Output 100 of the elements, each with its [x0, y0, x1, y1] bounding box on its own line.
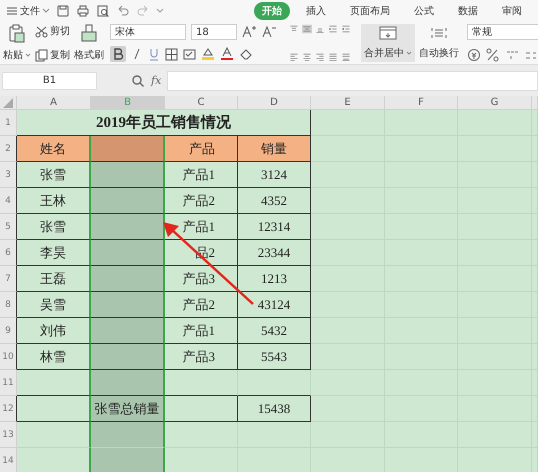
table-cell: 张雪 [17, 214, 91, 240]
print-icon[interactable] [76, 4, 90, 18]
table-cell: 李昊 [17, 240, 91, 266]
ribbon-tab[interactable]: 公式 [406, 2, 442, 20]
undo-icon[interactable] [116, 4, 130, 18]
copy-icon [35, 48, 48, 62]
caret-icon [406, 50, 412, 56]
ribbon-tab[interactable]: 插入 [298, 2, 334, 20]
ribbon-tab[interactable]: 数据 [450, 2, 486, 20]
distribute-icon[interactable] [341, 52, 351, 62]
copy-button[interactable]: 复制 [35, 48, 70, 62]
wrap-text-icon [430, 26, 448, 40]
align-left-icon[interactable] [289, 52, 299, 62]
row-number[interactable]: 2 [0, 136, 17, 162]
table-cell: 5543 [238, 344, 311, 370]
number-format-select[interactable]: 常规 [467, 24, 538, 40]
row-number[interactable]: 5 [0, 214, 17, 240]
column-heading-cell: 姓名 [17, 136, 91, 162]
font-color-icon[interactable] [220, 47, 234, 61]
column-header[interactable]: E [311, 96, 385, 110]
name-box[interactable]: B1 [2, 72, 97, 90]
scissors-icon [35, 24, 48, 38]
caret-icon[interactable] [156, 7, 164, 15]
fill-color-icon[interactable] [201, 47, 215, 61]
format-painter-icon[interactable] [80, 24, 98, 44]
row-number[interactable]: 8 [0, 292, 17, 318]
ribbon-tab[interactable]: 开始 [254, 2, 290, 20]
ribbon-tab[interactable]: 页面布局 [342, 2, 398, 20]
merge-center-button[interactable]: 合并居中 [361, 24, 415, 62]
eraser-icon[interactable] [239, 47, 253, 61]
merge-cells-icon [379, 26, 397, 40]
print-preview-icon[interactable] [96, 4, 110, 18]
outdent-icon[interactable] [341, 24, 351, 34]
percent-icon[interactable] [486, 48, 500, 62]
border-icon[interactable] [165, 48, 178, 60]
table-cell: 4352 [238, 188, 311, 214]
align-center-icon[interactable] [302, 52, 312, 62]
table-cell: 张雪 [17, 162, 91, 188]
table-cell: 12314 [238, 214, 311, 240]
align-middle-icon[interactable] [302, 24, 312, 34]
table-cell: 张雪总销量 [91, 396, 165, 422]
format-painter-button[interactable]: 格式刷 [74, 48, 104, 62]
row-number[interactable]: 7 [0, 266, 17, 292]
underline-icon[interactable] [148, 47, 160, 61]
zoom-icon[interactable] [131, 74, 145, 88]
corner-triangle-icon [3, 98, 13, 108]
row-number[interactable]: 3 [0, 162, 17, 188]
paste-icon[interactable] [7, 24, 27, 44]
formula-input[interactable] [167, 70, 538, 90]
cut-button[interactable]: 剪切 [35, 24, 70, 38]
table-cell: 产品3 [165, 266, 238, 292]
align-right-icon[interactable] [315, 52, 325, 62]
function-button[interactable]: fx [151, 74, 162, 87]
table-cell: 23344 [238, 240, 311, 266]
row-number[interactable]: 10 [0, 344, 17, 370]
row-number[interactable]: 9 [0, 318, 17, 344]
align-top-icon[interactable] [289, 24, 299, 34]
row-number[interactable]: 11 [0, 370, 17, 396]
font-size-select[interactable]: 18 [191, 24, 237, 40]
table-cell: 刘伟 [17, 318, 91, 344]
table-cell: 15438 [238, 396, 311, 422]
file-menu[interactable]: 文件 [6, 4, 50, 18]
table-cell: 产品1 [165, 162, 238, 188]
table-cell: 王磊 [17, 266, 91, 292]
bold-button[interactable] [110, 46, 126, 62]
cell-style-icon[interactable] [183, 48, 196, 60]
justify-icon[interactable] [328, 52, 338, 62]
paste-button[interactable]: 粘贴 [3, 48, 31, 62]
column-header[interactable]: D [238, 96, 311, 110]
column-header[interactable]: F [385, 96, 458, 110]
table-cell: 产品2 [165, 188, 238, 214]
table-cell: 产品2 [165, 292, 238, 318]
row-number[interactable]: 1 [0, 110, 17, 136]
column-header[interactable]: A [17, 96, 91, 110]
save-icon[interactable] [56, 4, 70, 18]
caret-icon [42, 7, 50, 15]
table-cell: 产品1 [165, 318, 238, 344]
indent-icon[interactable] [328, 24, 338, 34]
table-cell: 吴雪 [17, 292, 91, 318]
table-cell: 1213 [238, 266, 311, 292]
table-cell: 王林 [17, 188, 91, 214]
wrap-text-button[interactable]: 自动换行 [419, 24, 459, 62]
column-header[interactable]: G [458, 96, 532, 110]
increase-font-icon[interactable] [242, 25, 257, 39]
currency-icon[interactable] [467, 48, 481, 62]
row-number[interactable]: 4 [0, 188, 17, 214]
decrease-font-icon[interactable] [262, 25, 277, 39]
table-cell: 5432 [238, 318, 311, 344]
table-cell: 产品3 [165, 344, 238, 370]
ribbon-tab[interactable]: 审阅 [494, 2, 530, 20]
table-cell: 43124 [238, 292, 311, 318]
row-number[interactable]: 13 [0, 422, 17, 448]
font-select[interactable]: 宋体 [110, 24, 186, 40]
column-header[interactable]: C [165, 96, 238, 110]
bold-icon [112, 47, 124, 61]
sheet-title-cell: 2019年员工销售情况 [17, 110, 311, 136]
row-number[interactable]: 12 [0, 396, 17, 422]
row-number[interactable]: 6 [0, 240, 17, 266]
table-cell: 3124 [238, 162, 311, 188]
row-number[interactable]: 14 [0, 448, 17, 472]
